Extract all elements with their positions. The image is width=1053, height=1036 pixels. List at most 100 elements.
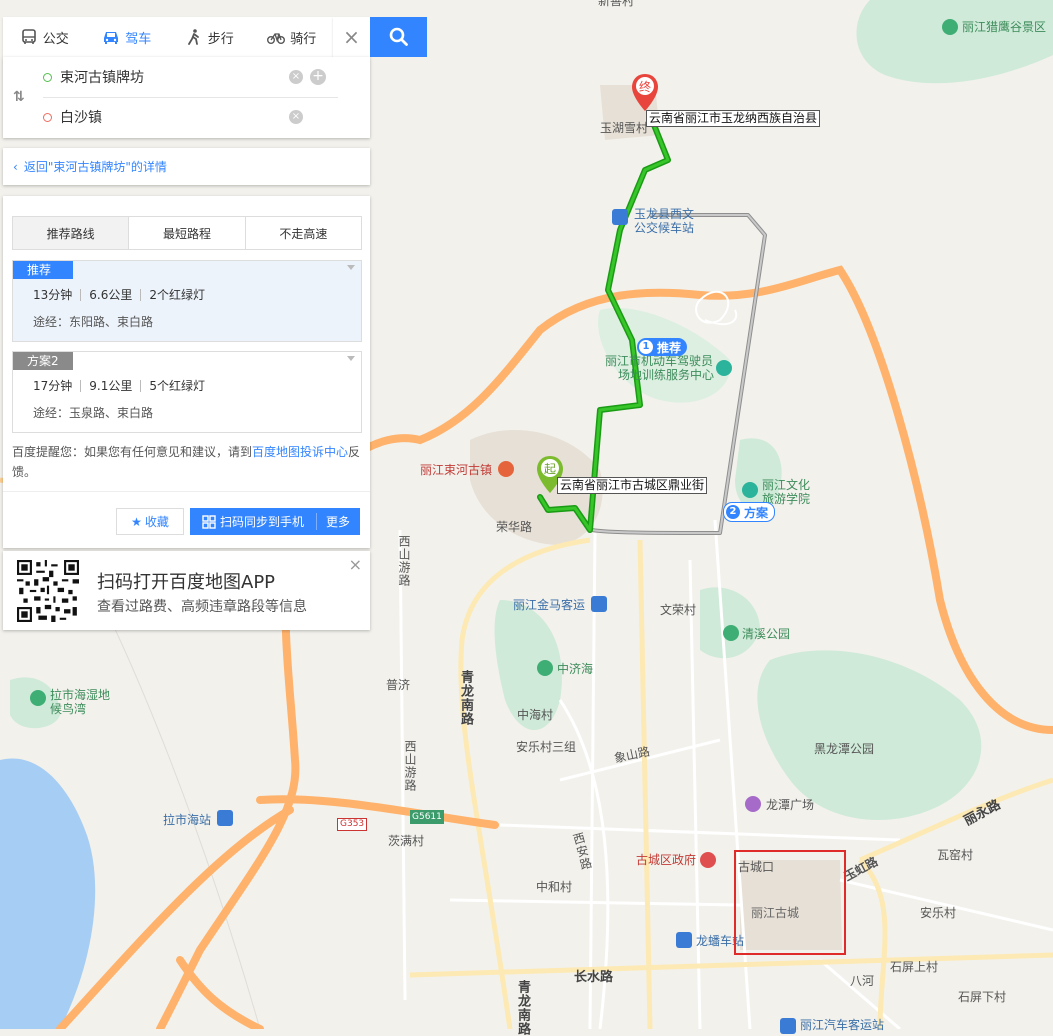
map-label: 丽江束河古镇 (420, 463, 493, 477)
park-area (757, 650, 982, 820)
destination-input[interactable]: 白沙镇 (60, 107, 102, 127)
route-time: 13分钟 (33, 288, 73, 302)
highlight-box (734, 850, 846, 955)
favorite-button[interactable]: ★ 收藏 (116, 508, 184, 535)
favorite-label: 收藏 (144, 515, 169, 529)
origin-dot-icon (43, 72, 52, 82)
tab-drive[interactable]: 驾车 (86, 17, 169, 57)
park-icon[interactable] (30, 690, 46, 706)
sync-button[interactable]: 扫码同步到手机 (190, 513, 317, 530)
map-label: 石屏下村 (958, 990, 1007, 1004)
park-icon[interactable] (723, 625, 739, 641)
bus-station-icon[interactable] (591, 596, 607, 612)
qr-code-image (17, 560, 79, 622)
map-label: 拉市海站 (163, 813, 212, 827)
end-marker-label: 终 (639, 79, 651, 94)
route-distance: 9.1公里 (80, 380, 140, 392)
park-area (700, 587, 760, 659)
map-label: 新善村 (598, 0, 635, 8)
close-icon: × (343, 25, 360, 49)
train-station-icon[interactable] (217, 810, 233, 826)
route-badge-plan2[interactable]: 2 方案 (723, 502, 776, 522)
badge-label: 方案 (744, 505, 769, 520)
bus-station-icon[interactable] (780, 1018, 796, 1034)
clear-origin-icon[interactable]: × (289, 70, 303, 84)
shopping-icon[interactable] (745, 796, 761, 812)
transport-mode-tabs: 公交 驾车 步行 骑行 (3, 17, 333, 57)
tab-no-highway[interactable]: 不走高速 (244, 217, 361, 249)
scenic-spot-icon[interactable] (942, 19, 958, 35)
back-bar: ‹ 返回"束河古镇牌坊"的详情 (3, 148, 370, 185)
plan-tabs: 推荐路线 最短路程 不走高速 (12, 216, 362, 250)
origin-input[interactable]: 束河古镇牌坊 (60, 67, 144, 87)
scenic-spot-icon[interactable] (498, 461, 514, 477)
route-time: 17分钟 (33, 379, 73, 393)
map-label: 清溪公园 (742, 627, 791, 641)
search-icon (389, 27, 408, 46)
map-label: 文荣村 (660, 603, 697, 617)
end-marker[interactable]: 终 (630, 73, 660, 113)
government-icon[interactable] (700, 852, 716, 868)
destination-field[interactable]: 白沙镇 × (43, 97, 338, 137)
origin-field[interactable]: 束河古镇牌坊 × + (43, 57, 338, 98)
badge-number: 2 (726, 505, 740, 519)
highway-shield: G353 (337, 818, 368, 831)
search-button[interactable] (370, 17, 427, 57)
route-via: 途经：玉泉路、束白路 (33, 406, 154, 420)
complaint-center-link[interactable]: 百度地图投诉中心 (252, 445, 348, 459)
map-label: 中和村 (536, 880, 573, 894)
road-label: 青龙南路 (458, 670, 473, 726)
tab-bus[interactable]: 公交 (3, 17, 86, 57)
map-label: 龙潭广场 (766, 798, 815, 812)
map-label: 玉湖雪村 (600, 121, 649, 135)
bus-station-icon[interactable] (676, 932, 692, 948)
tip-text: 百度提醒您：如果您有任何意见和建议，请到 (12, 445, 253, 459)
back-link[interactable]: 返回"束河古镇牌坊"的详情 (24, 158, 167, 175)
map-label: 中海村 (517, 708, 554, 722)
map-label: 丽江市机动车驾驶员 (605, 354, 714, 368)
sync-to-phone-button[interactable]: 扫码同步到手机 更多 (190, 508, 360, 535)
map-label: 玉龙县西文 (634, 207, 695, 221)
chevron-left-icon: ‹ (13, 159, 18, 174)
badge-number: 1 (639, 340, 653, 354)
destination-dot-icon (43, 112, 52, 122)
promo-title: 扫码打开百度地图APP (97, 572, 276, 593)
bus-station-icon[interactable] (612, 209, 628, 225)
map-label: 丽江文化 (762, 478, 811, 492)
add-waypoint-icon[interactable]: + (310, 69, 326, 85)
tab-walk[interactable]: 步行 (168, 17, 251, 57)
route-input-box: ⇅ 束河古镇牌坊 × + 白沙镇 × (3, 57, 370, 138)
tab-label: 驾车 (125, 31, 152, 47)
park-icon[interactable] (537, 660, 553, 676)
close-button[interactable]: × (333, 17, 370, 57)
close-icon[interactable]: × (349, 555, 362, 574)
start-marker-label: 起 (544, 462, 556, 476)
map-label: 荣华路 (496, 520, 533, 534)
end-callout: 云南省丽江市玉龙纳西族自治县 (646, 110, 821, 127)
chevron-down-icon[interactable] (347, 265, 355, 270)
chevron-down-icon[interactable] (347, 356, 355, 361)
more-button[interactable]: 更多 (317, 513, 350, 530)
tab-bike[interactable]: 骑行 (251, 17, 334, 57)
service-center-icon[interactable] (716, 360, 732, 376)
tab-shortest[interactable]: 最短路程 (128, 217, 244, 249)
app-promo-card: 扫码打开百度地图APP 查看过路费、高频违章路段等信息 × (3, 551, 370, 630)
map-label: 瓦窑村 (937, 848, 974, 862)
car-icon (104, 32, 119, 44)
route-badge-recommended[interactable]: 1 推荐 (637, 338, 688, 356)
route-card-plan2[interactable]: 方案2 17分钟 9.1公里 5个红绿灯 途经：玉泉路、束白路 (12, 351, 362, 433)
swap-icon[interactable]: ⇅ (13, 89, 25, 105)
school-icon[interactable] (742, 482, 758, 498)
route-tag: 推荐 (13, 261, 73, 279)
walk-icon (187, 29, 199, 45)
clear-destination-icon[interactable]: × (289, 110, 303, 124)
road-label: 青龙南路 (515, 980, 530, 1036)
map-label: 西山游路 (403, 740, 417, 792)
bike-icon (267, 33, 286, 44)
map-label: 拉市海湿地 (50, 688, 111, 702)
bus-icon (21, 29, 36, 44)
highway-shield: G5611 (410, 810, 444, 824)
route-tag: 方案2 (13, 352, 73, 370)
tab-recommended[interactable]: 推荐路线 (13, 217, 129, 249)
route-card-recommended[interactable]: 推荐 13分钟 6.6公里 2个红绿灯 途经：东阳路、束白路 (12, 260, 362, 342)
